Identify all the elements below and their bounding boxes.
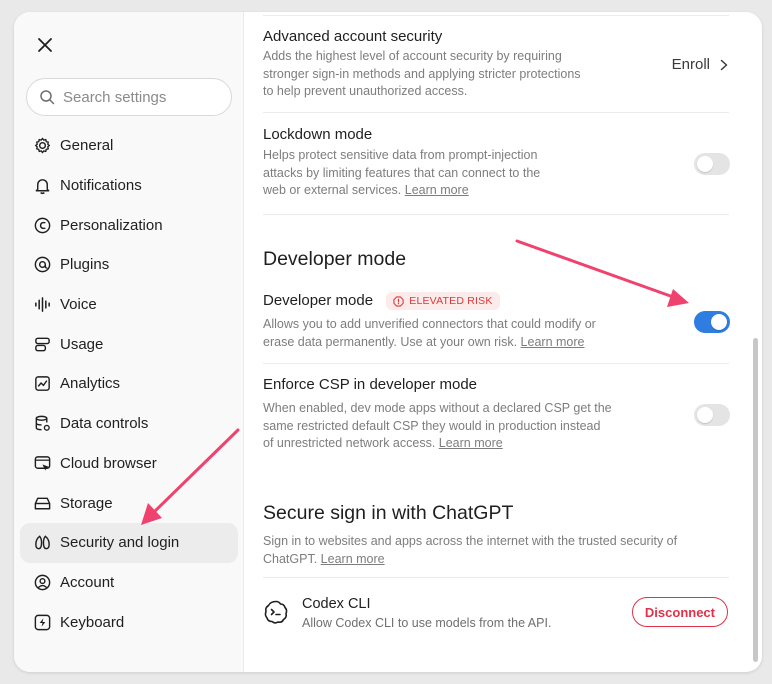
search-input[interactable]: [63, 88, 213, 106]
warning-octagon-icon: [393, 295, 404, 307]
enroll-button[interactable]: Enroll: [672, 56, 728, 73]
analytics-icon: [32, 374, 52, 394]
codex-cli-icon: [263, 599, 289, 625]
divider: [263, 363, 729, 364]
sidebar-item-usage[interactable]: Usage: [20, 324, 238, 364]
developer-mode-title-line: Developer mode ELEVATED RISK: [263, 292, 623, 311]
waveform-icon: [32, 295, 52, 315]
lockdown-title: Lockdown mode: [263, 126, 373, 143]
sidebar-item-label: Personalization: [60, 216, 163, 234]
enforce-csp-row: Enforce CSP in developer mode When enabl…: [263, 376, 613, 453]
cloud-browser-icon: [32, 453, 52, 473]
sidebar-item-security-and-login[interactable]: Security and login: [20, 522, 238, 563]
disconnect-button[interactable]: Disconnect: [631, 597, 728, 627]
sidebar-item-cloud-browser[interactable]: Cloud browser: [20, 444, 238, 484]
divider: [263, 112, 729, 113]
enforce-csp-learn-more-link[interactable]: Learn more: [439, 436, 503, 450]
settings-modal: General Notifications Personalization Pl…: [14, 12, 762, 672]
advanced-security-description: Adds the highest level of account securi…: [263, 49, 581, 98]
sidebar-item-data-controls[interactable]: Data controls: [20, 404, 238, 444]
developer-mode-title: Developer mode: [263, 292, 374, 309]
sidebar-item-label: Usage: [60, 335, 104, 353]
developer-mode-toggle[interactable]: [694, 311, 730, 333]
sidebar-item-label: Storage: [60, 494, 113, 512]
sidebar-item-keyboard[interactable]: Keyboard: [20, 602, 238, 642]
sidebar-item-label: Plugins: [60, 256, 110, 274]
lockdown-toggle[interactable]: [694, 153, 730, 175]
developer-mode-learn-more-link[interactable]: Learn more: [521, 335, 585, 349]
settings-sidebar: General Notifications Personalization Pl…: [14, 12, 244, 672]
secure-sign-in-description: Sign in to websites and apps across the …: [263, 534, 678, 566]
advanced-security-title: Advanced account security: [263, 28, 443, 45]
enroll-label: Enroll: [671, 56, 710, 73]
plugins-icon: [32, 255, 52, 275]
divider: [263, 577, 729, 578]
search-icon: [40, 90, 55, 105]
developer-mode-row: Developer mode ELEVATED RISK Allows you …: [263, 292, 623, 351]
sidebar-item-label: General: [60, 137, 114, 155]
settings-content: Advanced account security Adds the highe…: [245, 12, 762, 672]
codex-cli-title: Codex CLI: [302, 596, 371, 612]
usage-icon: [32, 334, 52, 354]
lockdown-learn-more-link[interactable]: Learn more: [405, 183, 469, 197]
lockdown-description: Helps protect sensitive data from prompt…: [263, 148, 541, 197]
enforce-csp-title: Enforce CSP in developer mode: [263, 376, 478, 393]
storage-icon: [32, 493, 52, 513]
scrollbar[interactable]: [748, 12, 762, 672]
sidebar-item-label: Account: [60, 573, 115, 591]
bell-icon: [32, 176, 52, 196]
keyboard-icon: [32, 612, 52, 632]
sidebar-item-label: Cloud browser: [60, 454, 157, 472]
security-icon: [32, 533, 52, 553]
sidebar-item-analytics[interactable]: Analytics: [20, 364, 238, 404]
search-settings[interactable]: [26, 78, 232, 116]
close-button[interactable]: [32, 32, 58, 58]
developer-mode-description: Allows you to add unverified connectors …: [263, 317, 596, 349]
sidebar-item-general[interactable]: General: [20, 126, 238, 166]
divider: [263, 15, 729, 16]
sidebar-item-label: Keyboard: [60, 613, 125, 631]
settings-nav: General Notifications Personalization Pl…: [20, 126, 238, 642]
developer-mode-heading: Developer mode: [263, 248, 407, 270]
sidebar-item-plugins[interactable]: Plugins: [20, 245, 238, 285]
advanced-security-row: Advanced account security Adds the highe…: [263, 28, 593, 101]
account-icon: [32, 572, 52, 592]
sidebar-item-label: Notifications: [60, 177, 142, 195]
sidebar-item-voice[interactable]: Voice: [20, 285, 238, 325]
personalization-icon: [32, 215, 52, 235]
sidebar-item-label: Voice: [60, 296, 97, 314]
sidebar-item-notifications[interactable]: Notifications: [20, 166, 238, 206]
sidebar-item-label: Security and login: [60, 534, 180, 552]
sidebar-item-storage[interactable]: Storage: [20, 483, 238, 523]
enforce-csp-toggle[interactable]: [694, 404, 730, 426]
scrollbar-thumb[interactable]: [753, 338, 758, 662]
close-icon: [38, 38, 52, 52]
secure-sign-in-learn-more-link[interactable]: Learn more: [321, 552, 385, 566]
elevated-risk-badge: ELEVATED RISK: [386, 292, 500, 311]
chevron-right-icon: [720, 59, 728, 71]
sidebar-item-account[interactable]: Account: [20, 563, 238, 603]
database-gear-icon: [32, 414, 52, 434]
gear-icon: [32, 136, 52, 156]
codex-cli-description: Allow Codex CLI to use models from the A…: [302, 616, 552, 630]
codex-cli-row: Codex CLI Allow Codex CLI to use models …: [302, 596, 602, 633]
divider: [263, 214, 729, 215]
sidebar-item-personalization[interactable]: Personalization: [20, 205, 238, 245]
lockdown-row: Lockdown mode Helps protect sensitive da…: [263, 126, 563, 200]
secure-sign-in-heading: Secure sign in with ChatGPT: [263, 502, 514, 524]
sidebar-item-label: Analytics: [60, 375, 121, 393]
enforce-csp-description: When enabled, dev mode apps without a de…: [263, 401, 612, 450]
sidebar-item-label: Data controls: [60, 415, 149, 433]
